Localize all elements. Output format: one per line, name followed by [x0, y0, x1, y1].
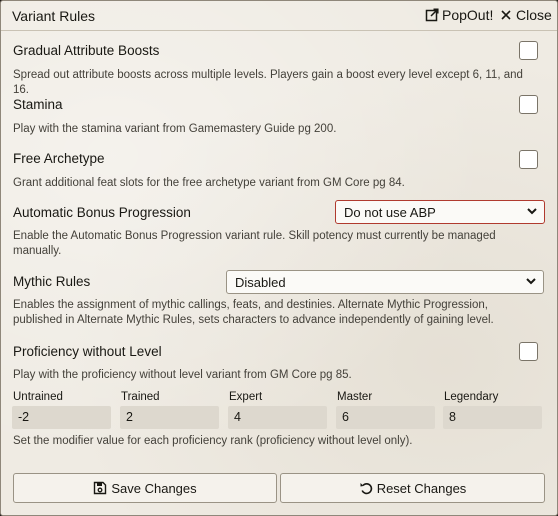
rank-input-trained[interactable]: 2	[120, 406, 219, 429]
free-archetype-checkbox[interactable]	[519, 150, 538, 169]
stamina-hint: Play with the stamina variant from Gamem…	[13, 123, 337, 135]
rank-label-untrained: Untrained	[13, 391, 63, 403]
rank-label-trained: Trained	[121, 391, 160, 403]
rank-label-legendary: Legendary	[444, 391, 499, 403]
chevron-down-icon	[526, 278, 536, 285]
free-archetype-label: Free Archetype	[13, 151, 105, 166]
mythic-select[interactable]: Disabled	[226, 270, 544, 294]
undo-icon	[360, 483, 372, 495]
close-button[interactable]: Close	[499, 7, 552, 23]
reset-changes-label: Reset Changes	[376, 480, 467, 496]
mythic-hint: Enables the assignment of mythic calling…	[13, 299, 494, 326]
abp-hint: Enable the Automatic Bonus Progression v…	[13, 230, 496, 257]
abp-selected-value: Do not use ABP	[344, 205, 436, 220]
variant-rules-window: Variant Rules PopOut! Close Gradual Attr…	[0, 0, 558, 516]
reset-changes-button[interactable]: Reset Changes	[280, 473, 545, 503]
gradual-boosts-hint: Spread out attribute boosts across multi…	[13, 69, 523, 96]
external-link-icon	[425, 8, 439, 22]
chevron-down-icon	[527, 208, 537, 215]
pwol-checkbox[interactable]	[519, 342, 538, 361]
rank-label-master: Master	[337, 391, 373, 403]
rank-input-untrained[interactable]: -2	[12, 406, 111, 429]
close-label: Close	[516, 7, 552, 23]
stamina-label: Stamina	[13, 97, 63, 112]
popout-label: PopOut!	[442, 7, 494, 23]
rank-input-master[interactable]: 6	[336, 406, 435, 429]
gradual-boosts-checkbox[interactable]	[519, 41, 538, 60]
rank-input-legendary[interactable]: 8	[443, 406, 542, 429]
save-changes-label: Save Changes	[111, 480, 197, 496]
rank-input-expert[interactable]: 4	[228, 406, 327, 429]
save-changes-button[interactable]: Save Changes	[13, 473, 277, 503]
stamina-checkbox[interactable]	[519, 95, 538, 114]
gradual-boosts-label: Gradual Attribute Boosts	[13, 43, 160, 58]
mythic-label: Mythic Rules	[13, 274, 91, 289]
rank-label-expert: Expert	[229, 391, 263, 403]
window-titlebar[interactable]: Variant Rules PopOut! Close	[1, 1, 557, 31]
mythic-selected-value: Disabled	[235, 275, 286, 290]
free-archetype-hint: Grant additional feat slots for the free…	[13, 177, 405, 189]
close-icon	[501, 10, 511, 20]
abp-select[interactable]: Do not use ABP	[335, 200, 545, 224]
ranks-hint: Set the modifier value for each proficie…	[13, 435, 413, 447]
window-title: Variant Rules	[12, 8, 96, 24]
popout-button[interactable]: PopOut!	[425, 7, 493, 23]
abp-label: Automatic Bonus Progression	[13, 205, 191, 220]
pwol-label: Proficiency without Level	[13, 344, 162, 359]
floppy-disk-icon	[94, 481, 107, 495]
pwol-hint: Play with the proficiency without level …	[13, 369, 352, 381]
